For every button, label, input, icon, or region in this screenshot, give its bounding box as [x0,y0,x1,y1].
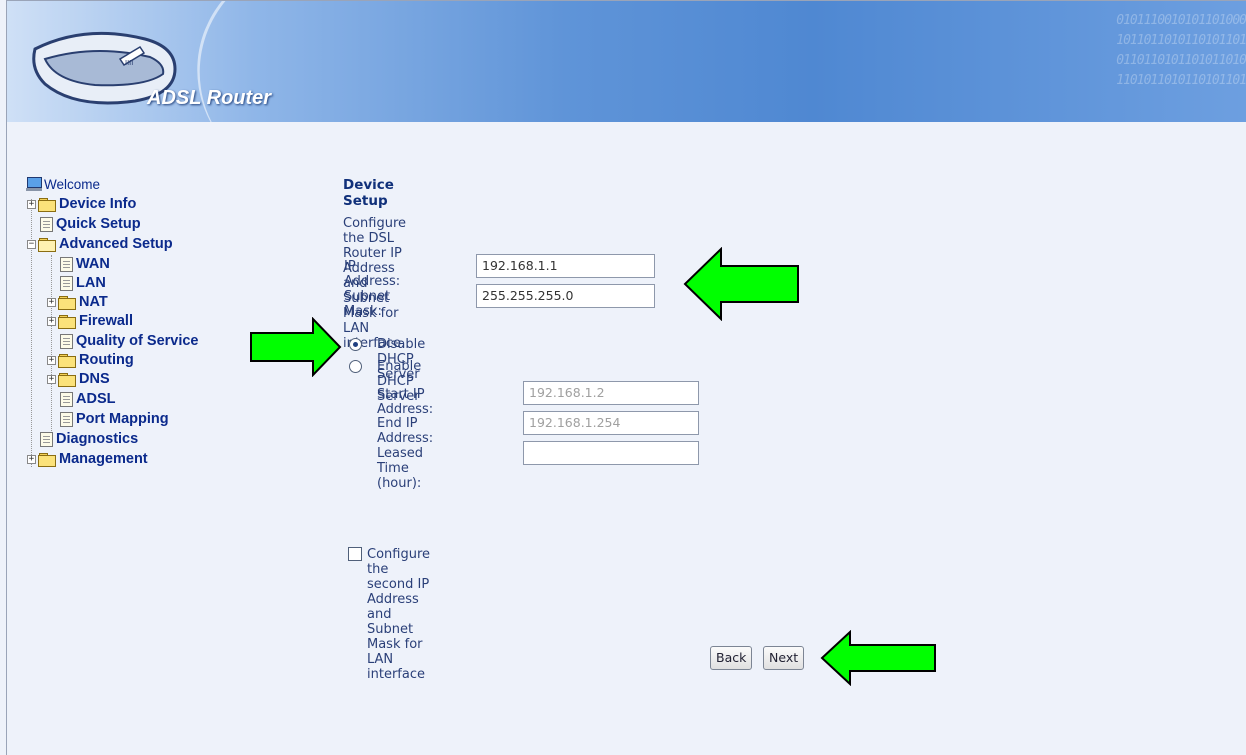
sidebar-item-label: Firewall [79,313,133,329]
document-icon [60,333,73,349]
page-title: Device Setup [343,177,394,209]
expand-icon[interactable]: + [27,454,36,464]
sidebar-item-management[interactable]: + Management [27,450,148,468]
expand-icon[interactable]: + [47,297,56,307]
sidebar-item-routing[interactable]: + Routing [47,351,134,369]
right-pointing-arrow-icon [250,317,342,377]
folder-icon [58,314,76,329]
svg-text:IIII: IIII [125,59,133,67]
sidebar-item-label: Management [59,451,148,467]
start-ip-input[interactable]: 192.168.1.2 [523,381,699,405]
end-ip-label: End IP Address: [377,416,434,446]
second-ip-checkbox[interactable] [348,547,362,561]
sidebar-item-adsl[interactable]: ADSL [57,390,115,408]
sidebar-item-port-mapping[interactable]: Port Mapping [57,410,169,428]
back-button[interactable]: Back [710,646,753,670]
folder-icon [58,295,76,310]
left-pointing-arrow-icon [820,630,936,686]
leased-time-input[interactable] [523,441,699,465]
expand-icon[interactable]: + [47,316,56,326]
folder-icon [58,372,76,387]
ip-address-label: IP Address: [344,259,401,289]
sidebar-item-label: Port Mapping [76,411,169,427]
sidebar-item-quick-setup[interactable]: Quick Setup [37,215,141,233]
document-icon [60,275,73,291]
banner-binary-decoration: 0101110010101101000 1011011010110101101 … [1116,13,1246,88]
tree-connector [51,255,52,433]
sidebar-item-label: Quick Setup [56,216,141,232]
collapse-icon[interactable]: − [27,239,36,249]
left-pointing-arrow-icon [683,247,799,321]
sidebar-item-label: ADSL [76,391,116,407]
next-button[interactable]: Next [763,646,805,670]
document-icon [40,216,53,232]
sidebar-item-dns[interactable]: + DNS [47,370,110,388]
document-icon [60,391,73,407]
sidebar-item-label: Diagnostics [56,431,139,447]
ip-address-input[interactable]: 192.168.1.1 [476,254,655,278]
sidebar-item-label: WAN [76,256,110,272]
sidebar-item-label: LAN [76,275,106,291]
document-icon [60,411,73,427]
subnet-mask-input[interactable]: 255.255.255.0 [476,284,655,308]
sidebar-item-label: Device Info [59,196,137,212]
folder-icon [38,197,56,212]
document-icon [40,431,53,447]
document-icon [60,256,73,272]
sidebar-item-label: Routing [79,352,134,368]
sidebar-item-advanced-setup[interactable]: − Advanced Setup [27,235,173,253]
sidebar-item-wan[interactable]: WAN [57,255,110,273]
sidebar-item-label: Advanced Setup [59,236,173,252]
open-folder-icon [38,237,56,252]
sidebar-item-firewall[interactable]: + Firewall [47,312,133,330]
enable-dhcp-radio[interactable] [349,360,362,373]
second-ip-label: Configure the second IP Address and Subn… [367,547,431,682]
sidebar-item-label: Welcome [44,176,101,192]
sidebar-item-lan[interactable]: LAN [57,274,106,292]
sidebar-item-nat[interactable]: + NAT [47,293,108,311]
sidebar-item-diagnostics[interactable]: Diagnostics [37,430,138,448]
sidebar-item-label: NAT [79,294,108,310]
banner-title: ADSL Router [147,87,272,109]
sidebar-item-device-info[interactable]: + Device Info [27,195,136,213]
computer-icon [26,177,42,191]
expand-icon[interactable]: + [47,355,56,365]
sidebar-item-label: DNS [79,371,110,387]
end-ip-input[interactable]: 192.168.1.254 [523,411,699,435]
sidebar-item-quality-of-service[interactable]: Quality of Service [57,332,199,350]
disable-dhcp-radio[interactable] [349,338,362,351]
header-banner: 0101110010101101000 1011011010110101101 … [7,1,1246,122]
expand-icon[interactable]: + [27,199,36,209]
sidebar-item-welcome[interactable]: Welcome [26,175,100,193]
start-ip-label: Start IP Address: [377,387,434,417]
sidebar-item-label: Quality of Service [76,333,199,349]
expand-icon[interactable]: + [47,374,56,384]
folder-icon [58,353,76,368]
subnet-mask-label: Subnet Mask: [344,289,391,319]
leased-time-label: Leased Time (hour): [377,446,424,491]
folder-icon [38,452,56,467]
